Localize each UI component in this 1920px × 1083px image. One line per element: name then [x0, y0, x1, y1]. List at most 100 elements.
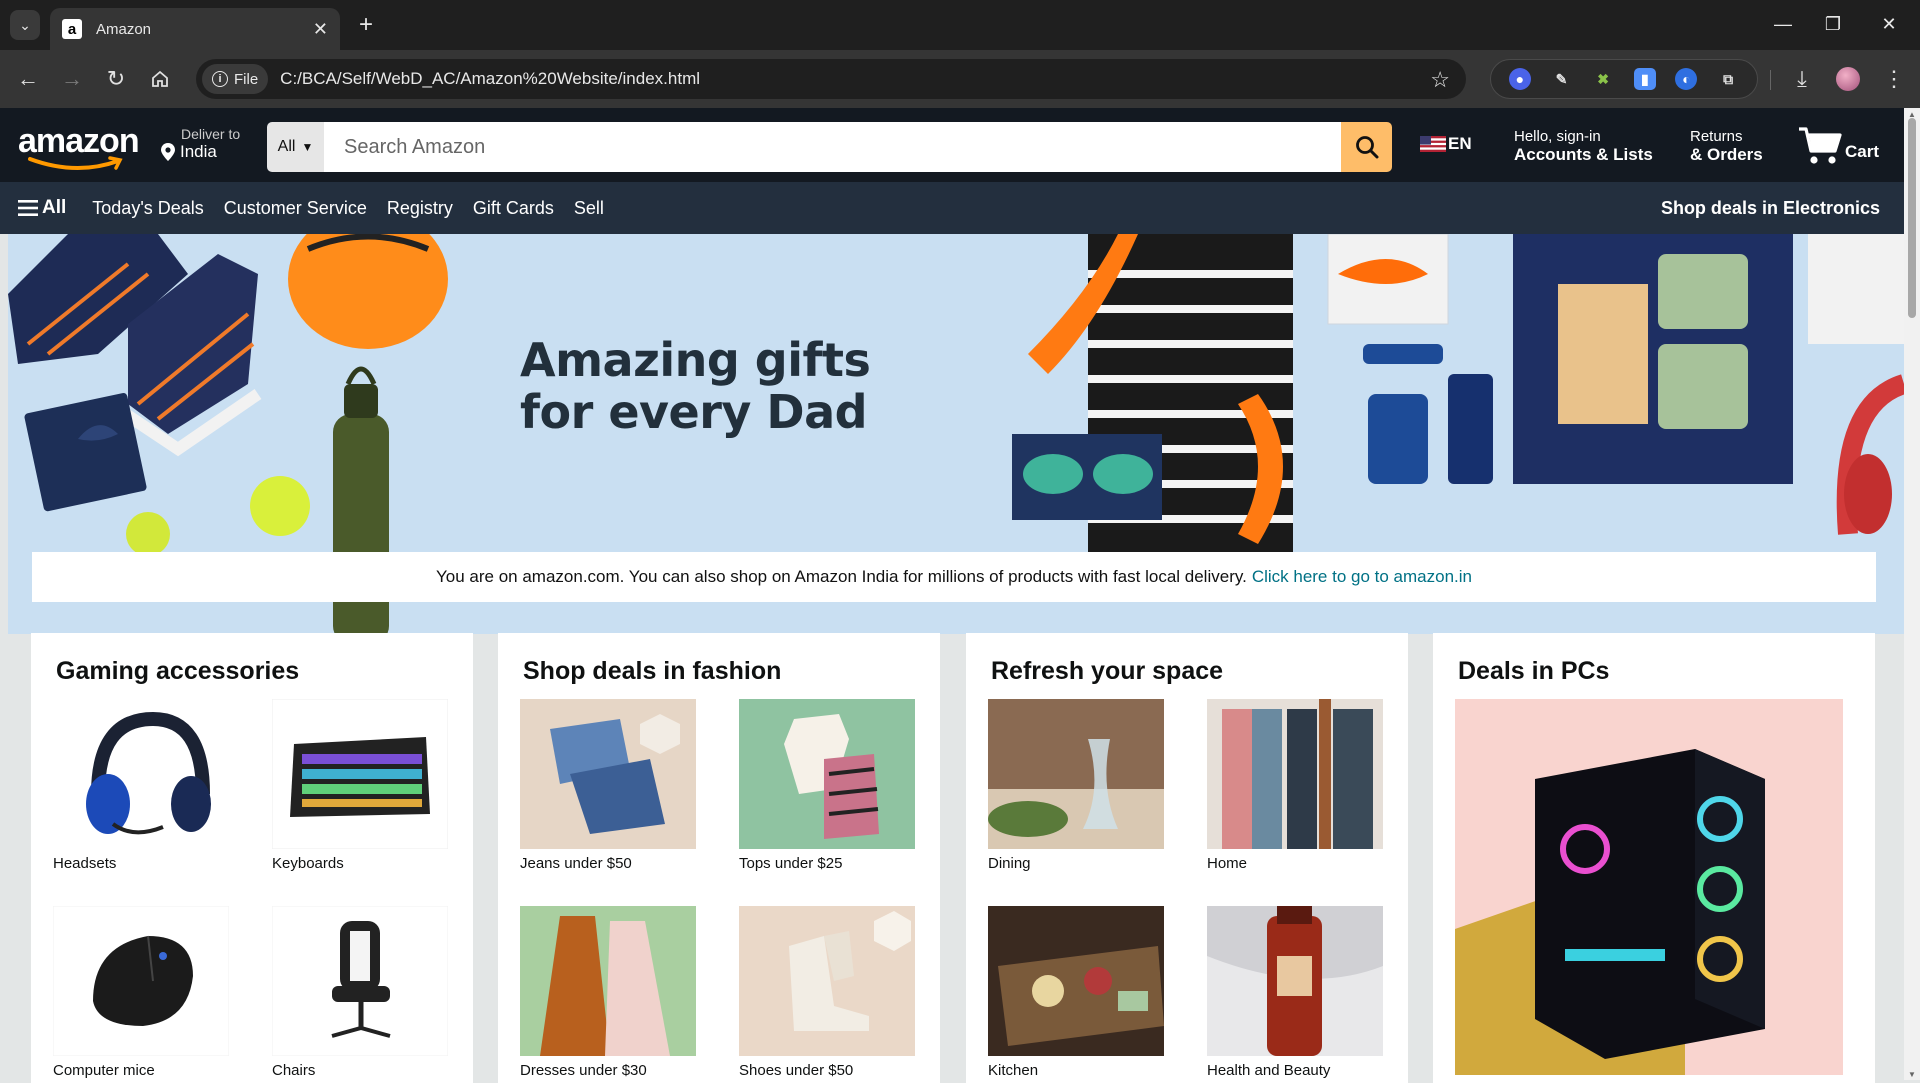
home-image	[1207, 699, 1383, 849]
toolbar-divider	[1770, 70, 1771, 90]
card-title: Gaming accessories	[56, 657, 300, 685]
logo-text: amazon	[18, 122, 140, 160]
tile-jeans[interactable]: Jeans under $50	[520, 699, 696, 872]
nav-registry[interactable]: Registry	[387, 198, 453, 219]
tab-list-dropdown-button[interactable]: ⌄	[10, 10, 40, 40]
search-icon	[1355, 136, 1378, 159]
new-tab-button[interactable]: +	[352, 10, 380, 40]
all-label: All	[42, 197, 67, 218]
tile-computer-mice[interactable]: Computer mice	[53, 906, 229, 1079]
tile-dining[interactable]: Dining	[988, 699, 1164, 872]
tile-health-beauty[interactable]: Health and Beauty	[1207, 906, 1383, 1079]
search-category-label: All	[277, 138, 296, 155]
page-scrollbar[interactable]: ▲ ▼	[1904, 108, 1920, 1080]
tile-home[interactable]: Home	[1207, 699, 1383, 872]
language-code: EN	[1448, 134, 1472, 153]
tile-caption: Computer mice	[53, 1062, 155, 1079]
url-text[interactable]: C:/BCA/Self/WebD_AC/Amazon%20Website/ind…	[280, 69, 700, 89]
file-chip-label: File	[234, 70, 259, 88]
tile-caption: Headsets	[53, 855, 117, 872]
cart-icon	[1799, 127, 1842, 164]
hero-title-line2: for every Dad	[520, 385, 868, 439]
tile-caption: Shoes under $50	[739, 1062, 854, 1079]
account-lists[interactable]: Hello, sign-in Accounts & Lists	[1514, 128, 1653, 165]
tile-caption: Kitchen	[988, 1062, 1039, 1079]
amazon-header: amazon Deliver to India All ▼ EN Hello, …	[0, 108, 1904, 182]
tile-caption: Jeans under $50	[520, 855, 632, 872]
tile-keyboards[interactable]: Keyboards	[272, 699, 448, 872]
downloads-icon[interactable]: ⤓	[1786, 63, 1818, 95]
tile-chairs[interactable]: Chairs	[272, 906, 448, 1079]
browser-menu-icon[interactable]: ⋮	[1878, 63, 1910, 95]
window-close-icon[interactable]: ✕	[1866, 8, 1912, 40]
bookmark-star-icon[interactable]: ☆	[1430, 67, 1450, 93]
all-menu-button[interactable]: All	[18, 197, 66, 219]
extension-x-icon[interactable]: ✖	[1592, 68, 1614, 90]
health-beauty-image	[1207, 906, 1383, 1056]
scroll-up-icon[interactable]: ▲	[1907, 110, 1917, 119]
extensions-group: ● ✎ ✖ ▮ ◐ ⧉	[1490, 59, 1758, 99]
deliver-label: Deliver to	[181, 126, 241, 142]
extensions-puzzle-icon[interactable]: ⧉	[1717, 68, 1739, 90]
chevron-down-icon: ▼	[301, 140, 314, 154]
site-info-chip[interactable]: i File	[202, 64, 269, 94]
card-deals-pcs: Deals in PCs	[1433, 633, 1875, 1083]
language-selector[interactable]: EN	[1420, 134, 1472, 154]
back-arrow-icon[interactable]: ←	[12, 63, 44, 95]
tile-headsets[interactable]: Headsets	[53, 699, 229, 872]
orders-label: & Orders	[1690, 145, 1763, 164]
tile-dresses[interactable]: Dresses under $30	[520, 906, 696, 1079]
tile-caption: Home	[1207, 855, 1248, 872]
tile-shoes[interactable]: Shoes under $50	[739, 906, 915, 1079]
amazon-in-link[interactable]: Click here to go to amazon.in	[1252, 567, 1472, 587]
search-input[interactable]	[324, 122, 1341, 172]
cart-button[interactable]: Cart	[1797, 124, 1879, 166]
restore-icon[interactable]: ❐	[1810, 8, 1856, 40]
returns-orders[interactable]: Returns & Orders	[1690, 128, 1763, 165]
scroll-down-icon[interactable]: ▼	[1907, 1070, 1917, 1079]
color-picker-icon[interactable]: ✎	[1550, 68, 1572, 90]
extension-1-icon[interactable]: ●	[1508, 68, 1531, 90]
home-icon[interactable]	[144, 63, 176, 95]
location-pin-icon	[161, 143, 175, 161]
search-category-dropdown[interactable]: All ▼	[267, 122, 324, 172]
minimize-icon[interactable]: —	[1760, 8, 1806, 40]
returns-label: Returns	[1690, 128, 1743, 145]
nav-sell[interactable]: Sell	[574, 198, 604, 219]
account-greeting: Hello, sign-in	[1514, 128, 1601, 145]
nav-gift-cards[interactable]: Gift Cards	[473, 198, 554, 219]
scroll-thumb[interactable]	[1908, 118, 1916, 318]
nav-todays-deals[interactable]: Today's Deals	[92, 198, 204, 219]
browser-tab-amazon[interactable]: a Amazon ✕	[50, 8, 340, 50]
tile-caption: Chairs	[272, 1062, 316, 1079]
extension-doc-icon[interactable]: ▮	[1633, 68, 1656, 90]
search-button[interactable]	[1341, 122, 1392, 172]
tile-caption: Dining	[988, 855, 1031, 872]
reload-icon[interactable]: ↻	[100, 63, 132, 95]
amazon-favicon-icon: a	[62, 19, 82, 39]
logo-smile-icon	[28, 156, 123, 170]
forward-arrow-icon[interactable]: →	[56, 63, 88, 95]
hero-title-line1: Amazing gifts	[520, 333, 871, 387]
shoes-image	[739, 906, 915, 1056]
address-bar[interactable]: i File C:/BCA/Self/WebD_AC/Amazon%20Webs…	[196, 59, 1466, 99]
jeans-image	[520, 699, 696, 849]
deliver-country: India	[180, 142, 217, 161]
deliver-to[interactable]: Deliver to India	[160, 126, 240, 162]
nav-electronics-deals[interactable]: Shop deals in Electronics	[1661, 198, 1880, 219]
card-title: Refresh your space	[991, 657, 1224, 685]
profile-avatar[interactable]	[1832, 63, 1864, 95]
tile-kitchen[interactable]: Kitchen	[988, 906, 1164, 1079]
tab-title: Amazon	[96, 20, 152, 38]
kitchen-image	[988, 906, 1164, 1056]
tile-tops[interactable]: Tops under $25	[739, 699, 915, 872]
close-tab-icon[interactable]: ✕	[313, 19, 328, 40]
amazon-nav-bar: All Today's Deals Customer Service Regis…	[0, 182, 1904, 234]
gaming-pc-image[interactable]	[1455, 699, 1843, 1075]
card-title: Deals in PCs	[1458, 657, 1610, 685]
nav-customer-service[interactable]: Customer Service	[224, 198, 367, 219]
amazon-logo[interactable]: amazon	[18, 122, 140, 170]
extension-shield-icon[interactable]: ◐	[1675, 68, 1698, 90]
mouse-image	[53, 906, 229, 1056]
us-flag-icon	[1420, 136, 1446, 152]
